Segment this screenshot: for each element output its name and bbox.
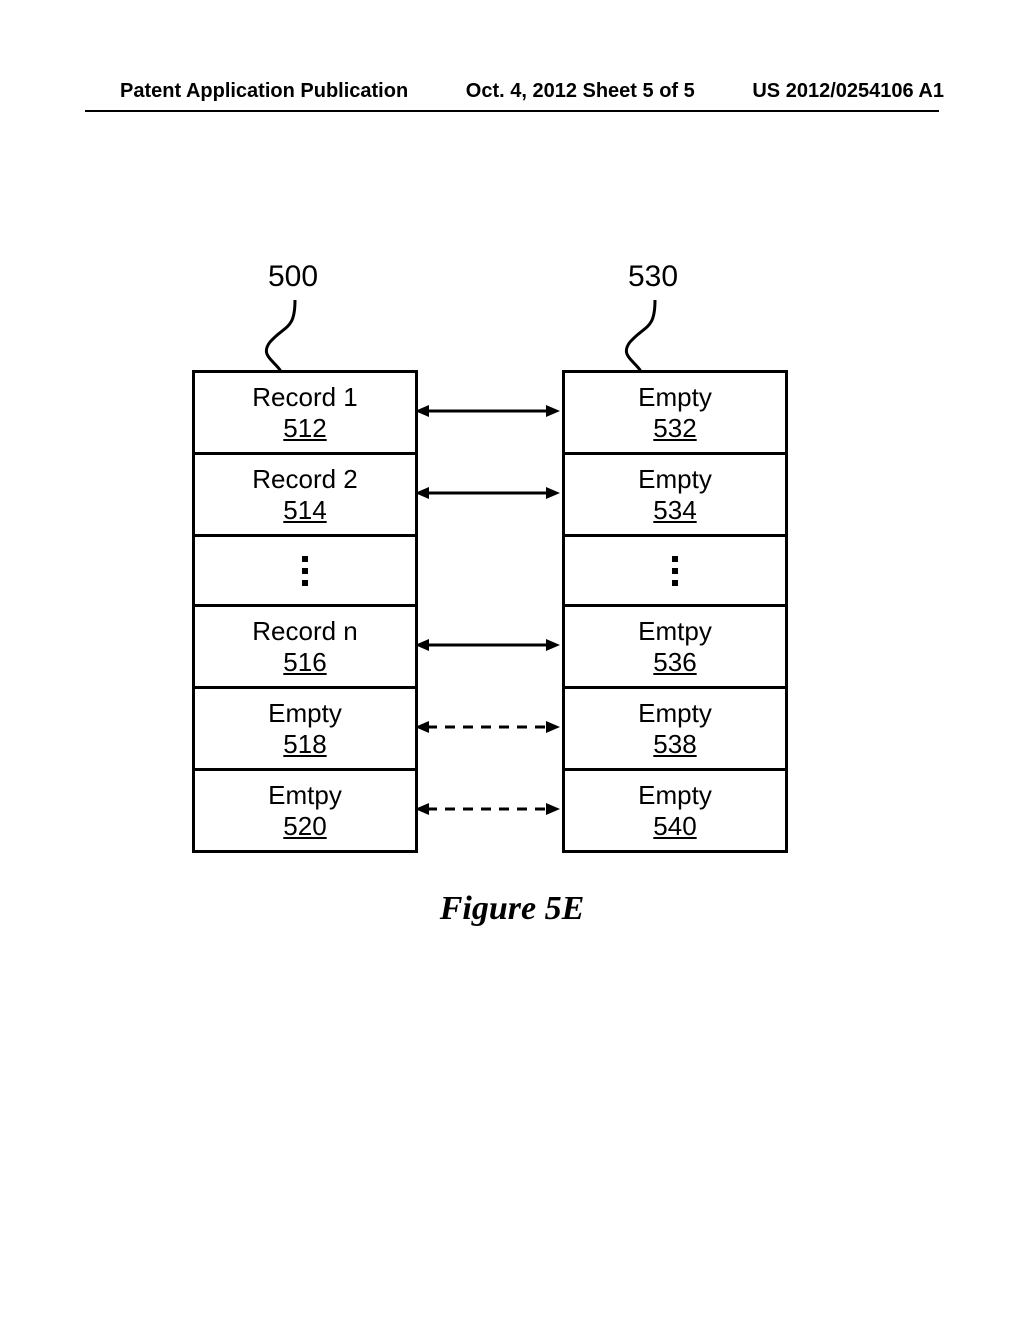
cell-ref: 516 xyxy=(283,647,326,678)
cell-label: Empty xyxy=(638,382,712,413)
ref-label-500: 500 xyxy=(268,260,318,294)
cell-label: Record 1 xyxy=(252,382,358,413)
table-row: Empty 538 xyxy=(565,689,785,771)
table-row: Emtpy 520 xyxy=(195,771,415,853)
table-row: Empty 534 xyxy=(565,455,785,537)
cell-label: Empty xyxy=(268,698,342,729)
arrow-row xyxy=(415,604,560,686)
table-row: Record 2 514 xyxy=(195,455,415,537)
arrow-row xyxy=(415,452,560,534)
vertical-dots-icon xyxy=(302,556,308,586)
double-arrow-dashed-icon xyxy=(415,717,560,737)
header-rule xyxy=(85,110,939,112)
header-right: US 2012/0254106 A1 xyxy=(752,80,944,103)
callout-curve-530 xyxy=(605,300,675,370)
arrow-row xyxy=(415,686,560,768)
header-center: Oct. 4, 2012 Sheet 5 of 5 xyxy=(466,80,695,103)
double-arrow-dashed-icon xyxy=(415,799,560,819)
right-table: Empty 532 Empty 534 Emtpy 536 Empty 538 … xyxy=(562,370,788,853)
table-row: Record 1 512 xyxy=(195,373,415,455)
table-row: Empty 518 xyxy=(195,689,415,771)
callout-curve-500 xyxy=(245,300,315,370)
table-row: Empty 532 xyxy=(565,373,785,455)
cell-ref: 512 xyxy=(283,413,326,444)
figure-caption: Figure 5E xyxy=(0,890,1024,928)
table-row: Record n 516 xyxy=(195,607,415,689)
cell-ref: 514 xyxy=(283,495,326,526)
cell-ref: 534 xyxy=(653,495,696,526)
left-table: Record 1 512 Record 2 514 Record n 516 E… xyxy=(192,370,418,853)
cell-ref: 538 xyxy=(653,729,696,760)
cell-ref: 532 xyxy=(653,413,696,444)
table-row-ellipsis xyxy=(195,537,415,607)
ref-label-530: 530 xyxy=(628,260,678,294)
vertical-dots-icon xyxy=(672,556,678,586)
cell-label: Emtpy xyxy=(268,780,342,811)
cell-label: Emtpy xyxy=(638,616,712,647)
arrow-row-empty xyxy=(415,534,560,604)
cell-label: Record n xyxy=(252,616,358,647)
double-arrow-solid-icon xyxy=(415,483,560,503)
arrow-row xyxy=(415,370,560,452)
cell-label: Empty xyxy=(638,780,712,811)
cell-ref: 520 xyxy=(283,811,326,842)
arrows-column xyxy=(415,370,560,850)
table-row: Empty 540 xyxy=(565,771,785,853)
cell-label: Empty xyxy=(638,698,712,729)
cell-ref: 536 xyxy=(653,647,696,678)
table-row-ellipsis xyxy=(565,537,785,607)
table-row: Emtpy 536 xyxy=(565,607,785,689)
cell-label: Empty xyxy=(638,464,712,495)
header-left: Patent Application Publication xyxy=(120,80,408,103)
page-header: Patent Application Publication Oct. 4, 2… xyxy=(120,80,944,103)
arrow-row xyxy=(415,768,560,850)
double-arrow-solid-icon xyxy=(415,401,560,421)
cell-label: Record 2 xyxy=(252,464,358,495)
cell-ref: 540 xyxy=(653,811,696,842)
cell-ref: 518 xyxy=(283,729,326,760)
double-arrow-solid-icon xyxy=(415,635,560,655)
